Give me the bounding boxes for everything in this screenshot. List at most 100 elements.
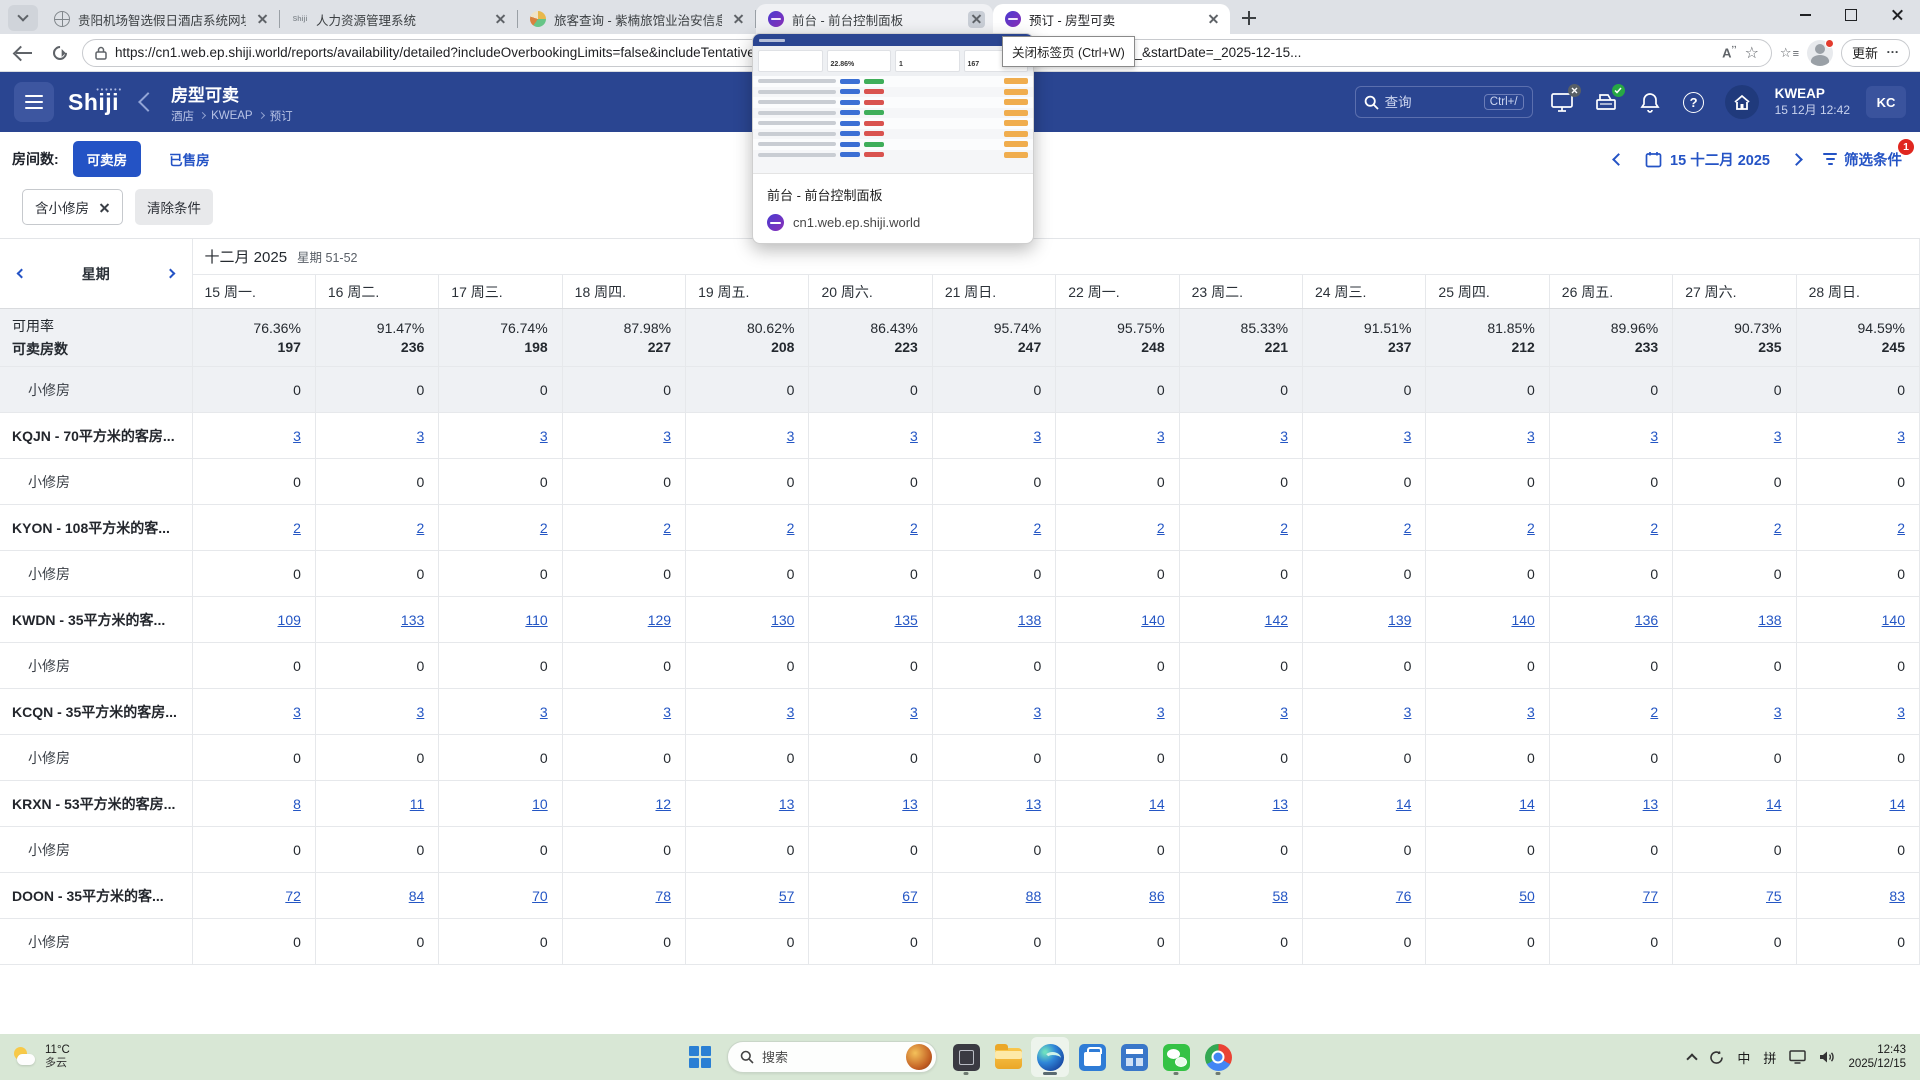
taskbar-app-chrome[interactable] — [1199, 1037, 1237, 1077]
availability-link[interactable]: 13 — [1026, 796, 1042, 812]
remove-filter-icon[interactable] — [99, 202, 110, 213]
date-picker[interactable]: 15 十二月 2025 — [1645, 149, 1770, 170]
availability-link[interactable]: 140 — [1882, 612, 1905, 628]
availability-link[interactable]: 58 — [1272, 888, 1288, 904]
availability-link[interactable]: 3 — [1897, 428, 1905, 444]
availability-link[interactable]: 3 — [1280, 704, 1288, 720]
prev-date-button[interactable] — [1612, 153, 1625, 166]
browser-tab-1[interactable]: 贵阳机场智选假日酒店系统网址导 — [42, 4, 279, 34]
tab-close-icon[interactable] — [1205, 11, 1222, 28]
availability-link[interactable]: 135 — [894, 612, 917, 628]
next-week-icon[interactable] — [165, 269, 175, 279]
availability-link[interactable]: 88 — [1026, 888, 1042, 904]
sync-icon[interactable] — [1709, 1050, 1724, 1065]
availability-link[interactable]: 10 — [532, 796, 548, 812]
display-icon[interactable] — [1789, 1050, 1806, 1064]
taskbar-app-wechat[interactable] — [1157, 1037, 1195, 1077]
availability-link[interactable]: 14 — [1396, 796, 1412, 812]
availability-link[interactable]: 2 — [787, 520, 795, 536]
availability-link[interactable]: 3 — [1404, 704, 1412, 720]
availability-link[interactable]: 3 — [1157, 704, 1165, 720]
availability-link[interactable]: 2 — [416, 520, 424, 536]
taskbar-weather-widget[interactable]: 11°C 多云 — [0, 1044, 280, 1071]
availability-link[interactable]: 2 — [910, 520, 918, 536]
more-menu-icon[interactable] — [1886, 45, 1899, 60]
availability-link[interactable]: 130 — [771, 612, 794, 628]
availability-link[interactable]: 2 — [1527, 520, 1535, 536]
filter-conditions-button[interactable]: 筛选条件 1 — [1823, 149, 1902, 170]
favorites-bar-icon[interactable] — [1780, 44, 1799, 61]
availability-link[interactable]: 3 — [663, 428, 671, 444]
maximize-button[interactable] — [1828, 0, 1874, 30]
availability-link[interactable]: 129 — [648, 612, 671, 628]
availability-link[interactable]: 2 — [1650, 520, 1658, 536]
availability-link[interactable]: 3 — [1774, 428, 1782, 444]
availability-link[interactable]: 14 — [1149, 796, 1165, 812]
taskbar-app-file-explorer[interactable] — [989, 1037, 1027, 1077]
availability-link[interactable]: 2 — [1404, 520, 1412, 536]
availability-link[interactable]: 2 — [1774, 520, 1782, 536]
taskbar-search-input[interactable] — [762, 1050, 898, 1065]
availability-link[interactable]: 77 — [1643, 888, 1659, 904]
availability-link[interactable]: 140 — [1511, 612, 1534, 628]
breadcrumb-hotel[interactable]: 酒店 — [171, 108, 194, 124]
read-aloud-icon[interactable]: A — [1722, 44, 1736, 60]
availability-link[interactable]: 3 — [293, 428, 301, 444]
hidden-icons-chevron-icon[interactable] — [1687, 1053, 1698, 1064]
home-button[interactable] — [1725, 85, 1759, 119]
property-block[interactable]: KWEAP 15 12月 12:42 — [1775, 86, 1850, 118]
availability-link[interactable]: 136 — [1635, 612, 1658, 628]
taskbar-app-store[interactable] — [1073, 1037, 1111, 1077]
browser-update-button[interactable]: 更新 — [1841, 39, 1910, 67]
availability-link[interactable]: 13 — [902, 796, 918, 812]
next-date-button[interactable] — [1790, 153, 1803, 166]
breadcrumb-property[interactable]: KWEAP — [211, 110, 253, 122]
volume-icon[interactable] — [1819, 1050, 1835, 1064]
clear-filters-button[interactable]: 清除条件 — [135, 189, 213, 225]
search-highlight-icon[interactable] — [906, 1044, 932, 1070]
availability-link[interactable]: 12 — [655, 796, 671, 812]
availability-link[interactable]: 3 — [1650, 428, 1658, 444]
availability-link[interactable]: 2 — [293, 520, 301, 536]
availability-link[interactable]: 142 — [1265, 612, 1288, 628]
availability-link[interactable]: 13 — [779, 796, 795, 812]
refresh-button[interactable] — [46, 39, 74, 67]
tab-close-icon[interactable] — [968, 11, 985, 28]
availability-link[interactable]: 78 — [655, 888, 671, 904]
availability-link[interactable]: 75 — [1766, 888, 1782, 904]
availability-link[interactable]: 2 — [1650, 704, 1658, 720]
cashier-status-button[interactable] — [1593, 89, 1619, 115]
browser-profile-button[interactable] — [1807, 40, 1833, 66]
availability-link[interactable]: 11 — [410, 796, 425, 812]
availability-link[interactable]: 110 — [525, 612, 547, 628]
back-arrow-icon[interactable] — [138, 92, 158, 112]
availability-link[interactable]: 133 — [401, 612, 424, 628]
availability-link[interactable]: 3 — [663, 704, 671, 720]
availability-link[interactable]: 76 — [1396, 888, 1412, 904]
availability-link[interactable]: 50 — [1519, 888, 1535, 904]
availability-link[interactable]: 3 — [1774, 704, 1782, 720]
availability-link[interactable]: 3 — [910, 428, 918, 444]
availability-link[interactable]: 109 — [278, 612, 301, 628]
availability-link[interactable]: 2 — [1157, 520, 1165, 536]
availability-link[interactable]: 3 — [1280, 428, 1288, 444]
availability-link[interactable]: 3 — [540, 704, 548, 720]
global-search-input[interactable] — [1385, 95, 1478, 110]
close-window-button[interactable] — [1874, 0, 1920, 30]
prev-week-icon[interactable] — [17, 269, 27, 279]
menu-button[interactable] — [14, 82, 54, 122]
availability-link[interactable]: 3 — [787, 704, 795, 720]
taskbar-app-app-dark[interactable] — [947, 1037, 985, 1077]
breadcrumb-booking[interactable]: 预订 — [270, 108, 293, 124]
availability-link[interactable]: 67 — [902, 888, 918, 904]
availability-link[interactable]: 83 — [1889, 888, 1905, 904]
availability-link[interactable]: 84 — [409, 888, 425, 904]
availability-link[interactable]: 2 — [1280, 520, 1288, 536]
tab-close-icon[interactable] — [254, 11, 271, 28]
availability-link[interactable]: 3 — [787, 428, 795, 444]
taskbar-app-calculator[interactable] — [1115, 1037, 1153, 1077]
workstation-status-button[interactable] — [1549, 89, 1575, 115]
availability-link[interactable]: 2 — [1033, 520, 1041, 536]
update-label[interactable]: 更新 — [1852, 43, 1878, 62]
help-button[interactable] — [1681, 89, 1707, 115]
